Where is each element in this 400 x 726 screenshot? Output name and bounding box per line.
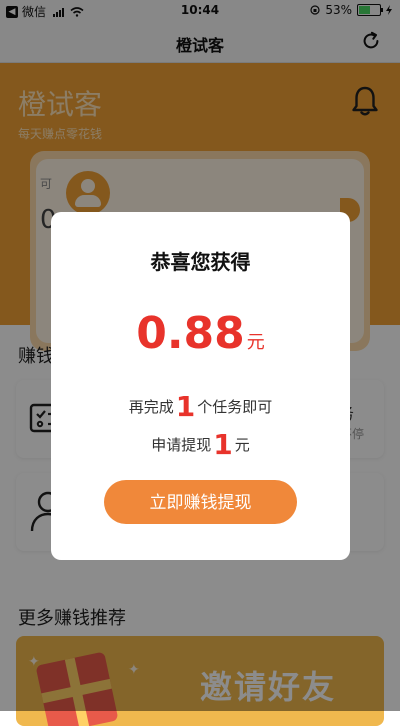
modal-title: 恭喜您获得 [150, 250, 251, 274]
reward-amount-unit: 元 [246, 332, 265, 353]
line1-number: 1 [175, 390, 196, 423]
line2-suffix: 元 [234, 436, 250, 454]
line1-prefix: 再完成 [128, 398, 174, 416]
withdraw-threshold-line: 申请提现1 元 [51, 428, 350, 461]
line2-number: 1 [213, 428, 233, 461]
reward-modal: 恭喜您获得 0.88 元 再完成1 个任务即可 申请提现1 元 立即赚钱提现 [51, 212, 350, 560]
reward-amount-row: 0.88 元 [51, 308, 350, 359]
reward-amount: 0.88 [136, 308, 245, 359]
task-remaining-line: 再完成1 个任务即可 [51, 390, 350, 423]
line2-prefix: 申请提现 [151, 436, 212, 454]
line1-suffix: 个任务即可 [197, 398, 273, 416]
earn-withdraw-button[interactable]: 立即赚钱提现 [104, 480, 297, 524]
